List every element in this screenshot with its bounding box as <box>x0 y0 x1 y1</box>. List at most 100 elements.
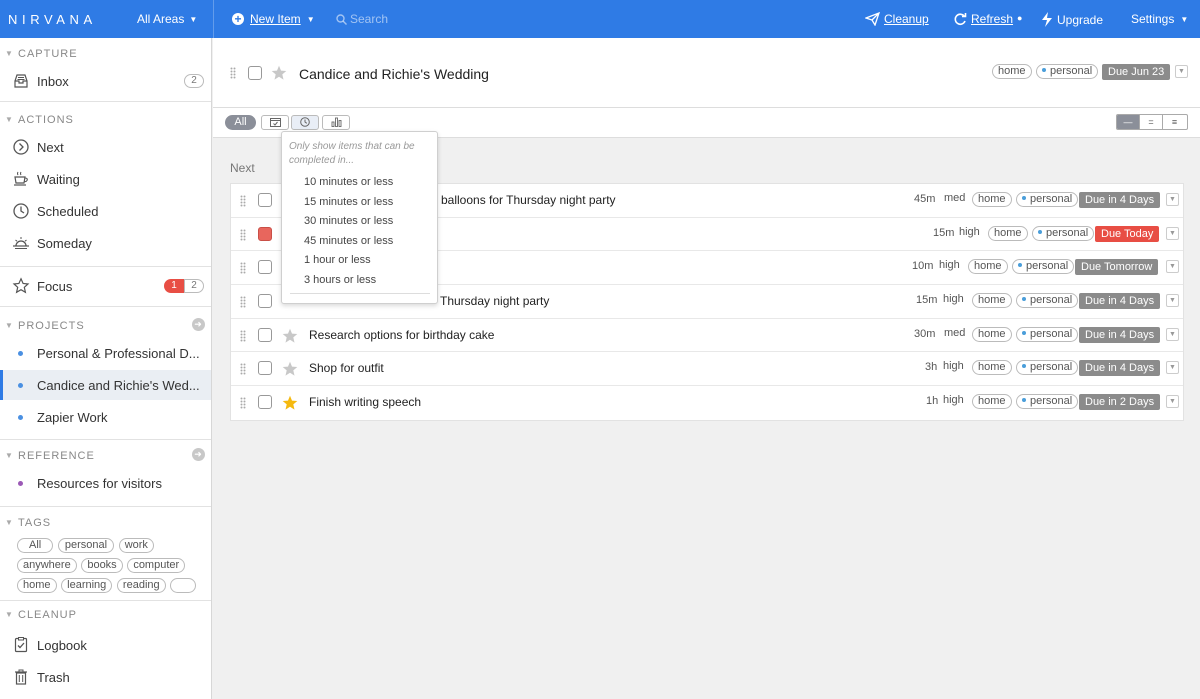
sidebar-item-someday[interactable]: Someday <box>0 228 211 258</box>
tag-pill[interactable]: home <box>972 394 1012 410</box>
task-checkbox[interactable] <box>258 361 272 376</box>
due-badge[interactable]: Due Today <box>1095 225 1160 242</box>
drag-handle-icon[interactable] <box>240 363 246 375</box>
cleanup-button[interactable]: Cleanup <box>864 11 929 27</box>
tag-pill[interactable]: home <box>972 293 1012 309</box>
tag-pill[interactable]: personal <box>1012 259 1075 275</box>
chevron-down-icon[interactable]: ▼ <box>1166 226 1179 240</box>
tag-pill[interactable]: home <box>972 360 1012 376</box>
new-item-button[interactable]: + New Item ▼ <box>232 12 315 26</box>
chevron-down-icon[interactable]: ▼ <box>1166 361 1179 375</box>
due-badge[interactable]: Due in 4 Days <box>1079 192 1161 208</box>
reference-arrow-icon[interactable]: ➜ <box>192 448 205 461</box>
drag-handle-icon[interactable] <box>240 330 246 342</box>
sidebar-item-focus[interactable]: Focus 1 2 <box>0 271 211 301</box>
energy-level[interactable]: med <box>944 327 965 339</box>
drag-handle-icon[interactable] <box>230 67 236 79</box>
tag-chip[interactable]: computer <box>127 558 186 573</box>
tag-pill[interactable]: personal <box>1032 225 1095 241</box>
task-checkbox[interactable] <box>258 327 272 342</box>
view-expanded-button[interactable]: ≡ <box>1163 115 1186 129</box>
upgrade-button[interactable]: Upgrade <box>1041 12 1103 27</box>
task-row[interactable]: Research options for birthday cake 30m med… <box>231 319 1183 353</box>
energy-level[interactable]: high <box>943 293 964 305</box>
due-badge[interactable]: Due in 4 Days <box>1079 326 1161 343</box>
section-header-cleanup[interactable]: ▼ CLEANUP <box>0 609 211 621</box>
tag-chip[interactable]: books <box>81 558 123 573</box>
energy-level[interactable]: high <box>943 360 964 372</box>
sidebar-item-trash[interactable]: Trash <box>0 662 211 692</box>
chevron-down-icon[interactable]: ▼ <box>1166 260 1179 274</box>
search-input[interactable]: Search <box>336 12 388 26</box>
drag-handle-icon[interactable] <box>240 397 246 409</box>
sidebar-item-reference[interactable]: Resources for visitors <box>0 468 211 498</box>
view-normal-button[interactable]: = <box>1140 115 1163 129</box>
tag-chip[interactable]: home <box>17 578 57 593</box>
time-estimate[interactable]: 15m <box>916 294 937 306</box>
star-icon[interactable] <box>271 65 287 81</box>
section-header-capture[interactable]: ▼ CAPTURE <box>0 48 211 60</box>
section-header-reference[interactable]: ▼ REFERENCE ➜ <box>0 448 211 462</box>
filter-due-button[interactable] <box>261 115 289 130</box>
tag-chip[interactable]: personal <box>57 538 115 553</box>
filter-all-button[interactable]: All <box>225 115 256 130</box>
sidebar-item-next[interactable]: Next <box>0 132 211 162</box>
areas-dropdown[interactable]: All Areas ▼ <box>137 12 197 26</box>
chevron-down-icon[interactable]: ▼ <box>1166 327 1179 341</box>
time-option[interactable]: 3 hours or less <box>304 274 376 286</box>
time-estimate[interactable]: 3h <box>925 361 937 373</box>
sidebar-item-scheduled[interactable]: Scheduled <box>0 196 211 226</box>
star-icon[interactable] <box>282 361 298 377</box>
time-option[interactable]: 1 hour or less <box>304 254 371 266</box>
section-header-tags[interactable]: ▼ TAGS <box>0 517 211 529</box>
project-checkbox[interactable] <box>248 66 262 80</box>
time-estimate[interactable]: 45m <box>914 193 935 205</box>
time-estimate[interactable]: 30m <box>914 328 935 340</box>
task-title[interactable]: Thursday night party <box>440 294 549 308</box>
due-badge[interactable]: Due in 4 Days <box>1079 360 1161 377</box>
energy-level[interactable]: high <box>943 394 964 406</box>
tag-pill[interactable]: home <box>972 326 1012 342</box>
drag-handle-icon[interactable] <box>240 195 246 207</box>
tag-chip[interactable]: work <box>118 538 154 553</box>
drag-handle-icon[interactable] <box>240 262 246 274</box>
task-row[interactable]: Finish writing speech 1h high home personal D… <box>231 386 1183 420</box>
section-header-actions[interactable]: ▼ ACTIONS <box>0 114 211 126</box>
chevron-down-icon[interactable]: ▼ <box>1175 65 1188 78</box>
tag-pill[interactable]: personal <box>1016 394 1079 410</box>
sidebar-item-waiting[interactable]: Waiting <box>0 164 211 194</box>
tag-chip[interactable]: learning <box>61 578 113 593</box>
due-badge[interactable]: Due in 4 Days <box>1079 293 1161 310</box>
drag-handle-icon[interactable] <box>240 229 246 241</box>
energy-level[interactable]: high <box>959 226 980 238</box>
task-checkbox[interactable] <box>258 395 272 410</box>
filter-time-button[interactable] <box>291 115 319 130</box>
project-arrow-icon[interactable]: ➜ <box>192 318 205 331</box>
filter-energy-button[interactable] <box>322 115 350 130</box>
chevron-down-icon[interactable]: ▼ <box>1166 395 1179 409</box>
task-checkbox[interactable] <box>258 294 272 309</box>
task-checkbox[interactable] <box>258 226 272 241</box>
tag-pill[interactable]: personal <box>1016 360 1079 376</box>
sidebar-item-inbox[interactable]: Inbox 2 <box>0 66 211 96</box>
energy-level[interactable]: med <box>944 192 965 204</box>
time-option[interactable]: 10 minutes or less <box>304 176 393 188</box>
tag-pill[interactable]: home <box>972 192 1012 207</box>
task-title[interactable]: Finish writing speech <box>309 395 421 409</box>
task-title[interactable]: Shop for outfit <box>309 361 384 375</box>
view-compact-button[interactable]: — <box>1117 115 1140 129</box>
time-option[interactable]: 30 minutes or less <box>304 215 393 227</box>
refresh-button[interactable]: Refresh ● <box>953 12 1022 26</box>
tag-chip[interactable]: reading <box>116 578 166 593</box>
due-badge[interactable]: Due Jun 23 <box>1102 64 1171 80</box>
time-option[interactable]: 45 minutes or less <box>304 235 393 247</box>
time-estimate[interactable]: 15m <box>933 227 954 239</box>
task-title[interactable]: balloons for Thursday night party <box>441 193 616 207</box>
app-logo[interactable]: NIRVANA <box>8 12 97 27</box>
time-option[interactable]: 15 minutes or less <box>304 196 393 208</box>
tag-chip[interactable]: anywhere <box>17 558 77 573</box>
tag-pill[interactable]: home <box>968 259 1008 275</box>
task-row[interactable]: Shop for outfit 3h high home personal Due in … <box>231 352 1183 387</box>
tag-pill[interactable]: personal <box>1016 293 1079 309</box>
tag-pill[interactable]: personal <box>1036 64 1099 79</box>
